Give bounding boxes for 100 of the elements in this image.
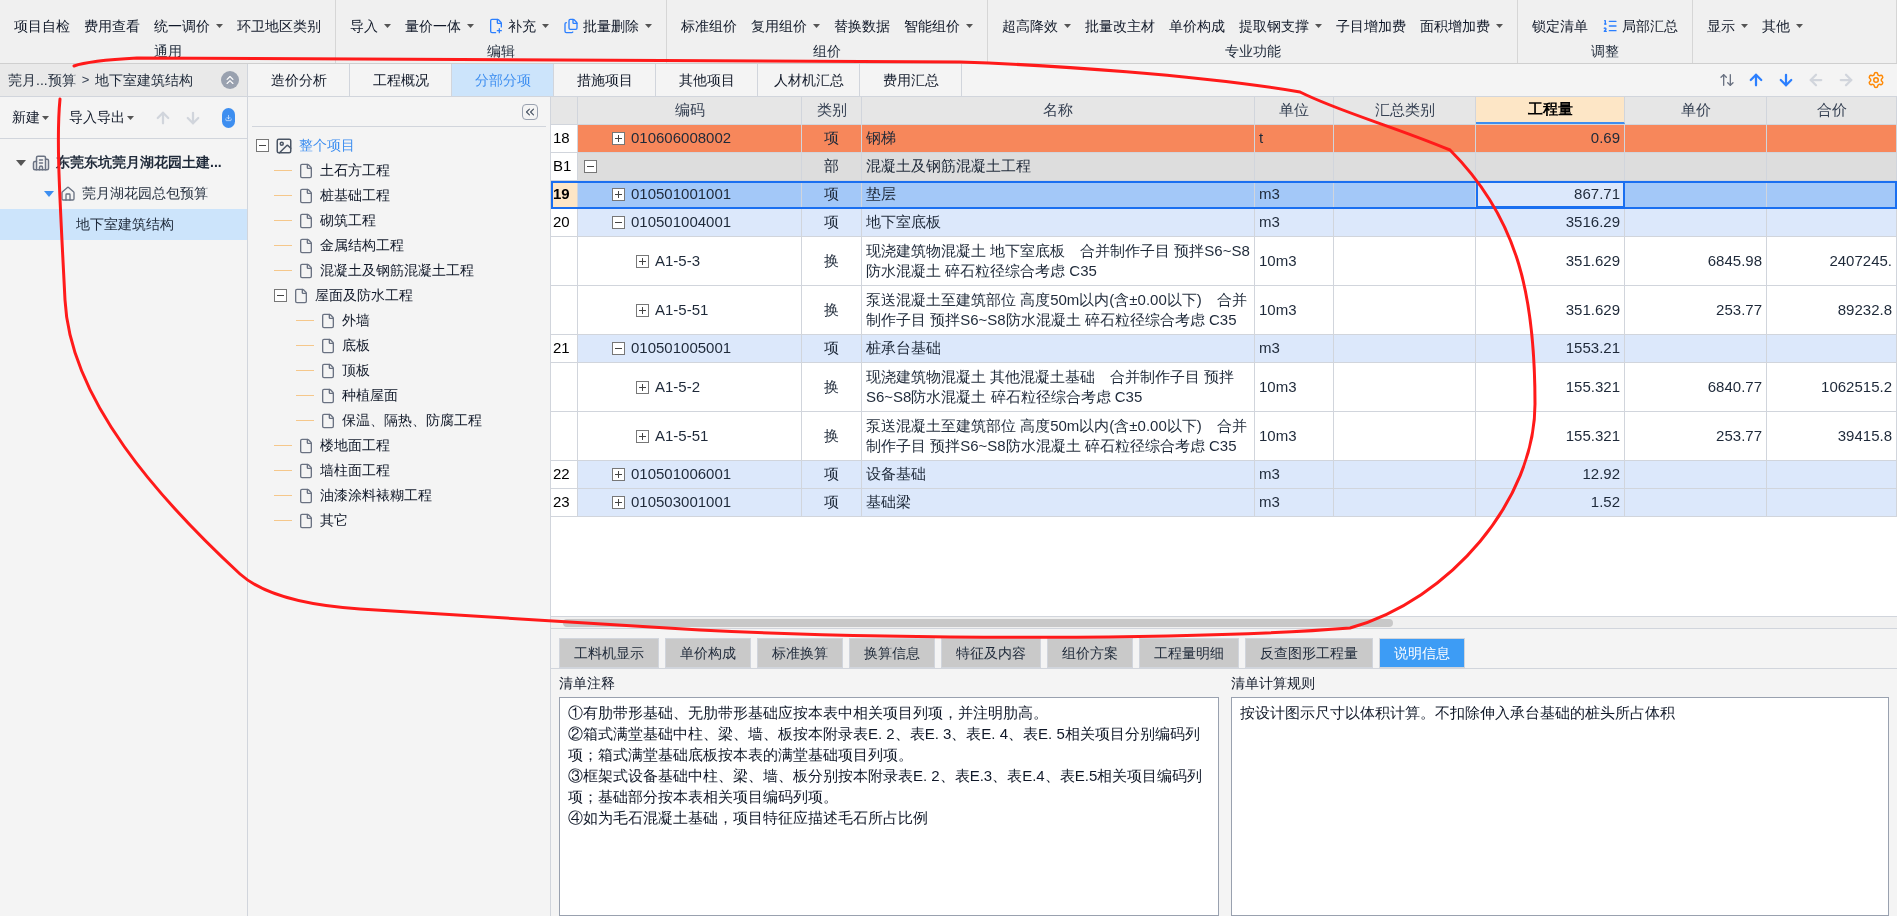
arrow-down-icon[interactable] — [1777, 71, 1795, 89]
tree-item[interactable]: 混凝土及钢筋混凝土工程 — [320, 260, 474, 281]
tab[interactable]: 换算信息 — [849, 638, 935, 668]
toolbar-button[interactable]: 提取钢支撑 — [1233, 12, 1328, 40]
tree-item[interactable]: 莞月湖花园总包预算 — [82, 183, 208, 204]
table-row[interactable]: 18 010606008002 项 钢梯 t 0.69 — [551, 125, 1897, 153]
collapse-box-icon[interactable] — [612, 342, 625, 355]
tab[interactable]: 特征及内容 — [941, 638, 1041, 668]
expand-box-icon[interactable] — [612, 188, 625, 201]
rules-box[interactable]: 按设计图示尺寸以体积计算。不扣除伸入承台基础的桩头所占体积 — [1231, 697, 1889, 916]
toolbar-button[interactable]: 导入导出 — [69, 107, 134, 128]
tab[interactable]: 造价分析 — [248, 64, 350, 96]
table-row[interactable]: A1-5-2 换 现浇建筑物混凝土 其他混凝土基础 合并制作子目 预拌S6~S8防水混凝土 碎石粒径综合考虑 C35 10m3 155.321 6840.77 1062515.2 — [551, 363, 1897, 412]
tree-item[interactable]: 土石方工程 — [320, 160, 390, 181]
toolbar-button[interactable]: 面积增加费 — [1414, 12, 1509, 40]
expand-box-icon[interactable] — [612, 132, 625, 145]
table-row[interactable]: 23 010503001001 项 基础梁 m3 1.52 — [551, 489, 1897, 517]
tab[interactable]: 人材机汇总 — [758, 64, 860, 96]
toolbar-button[interactable]: 项目自检 — [8, 12, 76, 40]
tab[interactable]: 标准换算 — [757, 638, 843, 668]
column-header[interactable]: 编码 — [578, 97, 802, 124]
table-row[interactable]: A1-5-51 换 泵送混凝土至建筑部位 高度50m以内(含±0.00以下) 合并制作子目 预拌S6~S8防水混凝土 碎石粒径综合考虑 C35 10m3 155.321 253.77 39415.8 — [551, 412, 1897, 461]
toolbar-button[interactable]: 复用组价 — [745, 12, 826, 40]
toolbar-button[interactable]: 局部汇总 — [1596, 12, 1684, 40]
expand-box-icon[interactable] — [636, 429, 649, 443]
tree-item[interactable]: 金属结构工程 — [320, 235, 404, 256]
collapse-box-icon[interactable] — [256, 139, 269, 152]
tree-item[interactable]: 桩基础工程 — [320, 185, 390, 206]
type-cell-text: 项 — [824, 492, 839, 513]
notes-box[interactable]: ①有肋带形基础、无肋带形基础应按本表中相关项目列项，并注明肋高。 ②箱式满堂基础中柱、梁、墙、板按本附录表E. 2、表E. 3、表E. 4、表E. 5相关项目分别编码列项；箱式满堂基础底板按本表的满堂基础项目列项。 ③框架式设备基础中柱、梁、墙、板分别按本附录表E. 2、表E.3、表E.4、表E.5相关项目编码列项；基础部分按本表相关项目编码列项。 ④如为毛石混凝土基础，项目特征应描述毛石所占比例 — [559, 697, 1219, 916]
column-header[interactable]: 类别 — [802, 97, 862, 124]
expand-box-icon[interactable] — [636, 303, 649, 317]
toolbar-button[interactable]: 智能组价 — [898, 12, 979, 40]
sort-icon[interactable] — [1719, 72, 1735, 88]
toolbar-button[interactable]: 环卫地区类别 — [231, 12, 327, 40]
toolbar-button[interactable]: 显示 — [1701, 12, 1754, 40]
expand-box-icon[interactable] — [612, 496, 625, 509]
tab[interactable]: 工料机显示 — [559, 638, 659, 668]
column-header[interactable]: 名称 — [862, 97, 1255, 124]
toolbar-button[interactable]: 量价一体 — [399, 12, 480, 40]
tab[interactable]: 工程量明细 — [1139, 638, 1239, 668]
expand-box-icon[interactable] — [636, 380, 649, 394]
price-cell-text: 253.77 — [1716, 425, 1762, 446]
tree-item[interactable]: 顶板 — [342, 360, 370, 381]
column-header[interactable]: 合价 — [1767, 97, 1897, 124]
tab[interactable]: 措施项目 — [554, 64, 656, 96]
tab[interactable]: 组价方案 — [1047, 638, 1133, 668]
breadcrumb-link[interactable]: 莞月...预算 — [8, 69, 76, 91]
toolbar-button[interactable]: 标准组价 — [675, 12, 743, 40]
toolbar-button[interactable]: 批量改主材 — [1079, 12, 1161, 40]
toolbar-button[interactable]: 子目增加费 — [1330, 12, 1412, 40]
column-header[interactable]: 单价 — [1625, 97, 1767, 124]
table-row[interactable]: 21 010501005001 项 桩承台基础 m3 1553.21 — [551, 335, 1897, 363]
tree-item[interactable]: 油漆涂料裱糊工程 — [320, 485, 432, 506]
table-row[interactable]: 20 010501004001 项 地下室底板 m3 3516.29 — [551, 209, 1897, 237]
tab[interactable]: 其他项目 — [656, 64, 758, 96]
tree-item[interactable]: 墙柱面工程 — [320, 460, 390, 481]
unit-cell-text: 10m3 — [1259, 376, 1297, 397]
table-row[interactable]: 22 010501006001 项 设备基础 m3 12.92 — [551, 461, 1897, 489]
tree-item[interactable]: 屋面及防水工程 — [315, 285, 413, 306]
table-row[interactable]: A1-5-51 换 泵送混凝土至建筑部位 高度50m以内(含±0.00以下) 合并制作子目 预拌S6~S8防水混凝土 碎石粒径综合考虑 C35 10m3 351.629 253.77 89232.8 — [551, 286, 1897, 335]
expand-triangle-icon[interactable] — [44, 188, 54, 199]
tree-item[interactable]: 种植屋面 — [342, 385, 398, 406]
collapse-box-icon[interactable] — [612, 216, 625, 229]
collapse-box-icon[interactable] — [274, 289, 287, 302]
table-row[interactable]: B1 部 混凝土及钢筋混凝土工程 — [551, 153, 1897, 181]
toolbar-button[interactable]: 锁定清单 — [1526, 12, 1594, 40]
quantity-cell-text: 1553.21 — [1565, 338, 1620, 359]
tree-item[interactable]: 底板 — [342, 335, 370, 356]
toolbar-button[interactable]: 其他 — [1756, 12, 1809, 40]
table-row[interactable]: 19 010501001001 项 垫层 m3 867.71 — [551, 181, 1897, 209]
toolbar-button[interactable]: 费用查看 — [78, 12, 146, 40]
toolbar-button[interactable]: 超高降效 — [996, 12, 1077, 40]
collapse-box-icon[interactable] — [584, 160, 597, 173]
horizontal-scrollbar[interactable] — [551, 616, 1897, 628]
toolbar-button[interactable]: 导入 — [344, 12, 397, 40]
toolbar-button[interactable]: 补充 — [482, 12, 555, 40]
expand-box-icon[interactable] — [636, 254, 649, 268]
download-icon[interactable] — [222, 107, 235, 128]
image-icon — [275, 136, 293, 155]
toolbar-button[interactable]: 统一调价 — [148, 12, 229, 40]
toolbar-button[interactable]: 单价构成 — [1163, 12, 1231, 40]
column-header[interactable]: 单位 — [1255, 97, 1334, 124]
tree-item[interactable]: 外墙 — [342, 310, 370, 331]
toolbar-button[interactable]: 批量删除 — [557, 12, 658, 40]
collapse-panel-icon[interactable] — [522, 103, 538, 120]
tree-item[interactable]: 楼地面工程 — [320, 435, 390, 456]
tab[interactable]: 单价构成 — [665, 638, 751, 668]
tab[interactable]: 费用汇总 — [860, 64, 962, 96]
tree-item[interactable]: 其它 — [320, 510, 348, 531]
toolbar-button[interactable]: 替换数据 — [828, 12, 896, 40]
expand-triangle-icon[interactable] — [16, 157, 26, 168]
type-cell-text: 项 — [824, 184, 839, 205]
expand-box-icon[interactable] — [612, 468, 625, 481]
table-row[interactable]: A1-5-3 换 现浇建筑物混凝土 地下室底板 合并制作子目 预拌S6~S8防水混凝土 碎石粒径综合考虑 C35 10m3 351.629 6845.98 2407245. — [551, 237, 1897, 286]
tree-item[interactable]: 砌筑工程 — [320, 210, 376, 231]
column-header[interactable]: 工程量 — [1476, 97, 1625, 124]
tree-item[interactable]: 保温、隔热、防腐工程 — [342, 410, 482, 431]
tab[interactable]: 反查图形工程量 — [1245, 638, 1373, 668]
toolbar-button[interactable]: 新建 — [12, 107, 49, 128]
